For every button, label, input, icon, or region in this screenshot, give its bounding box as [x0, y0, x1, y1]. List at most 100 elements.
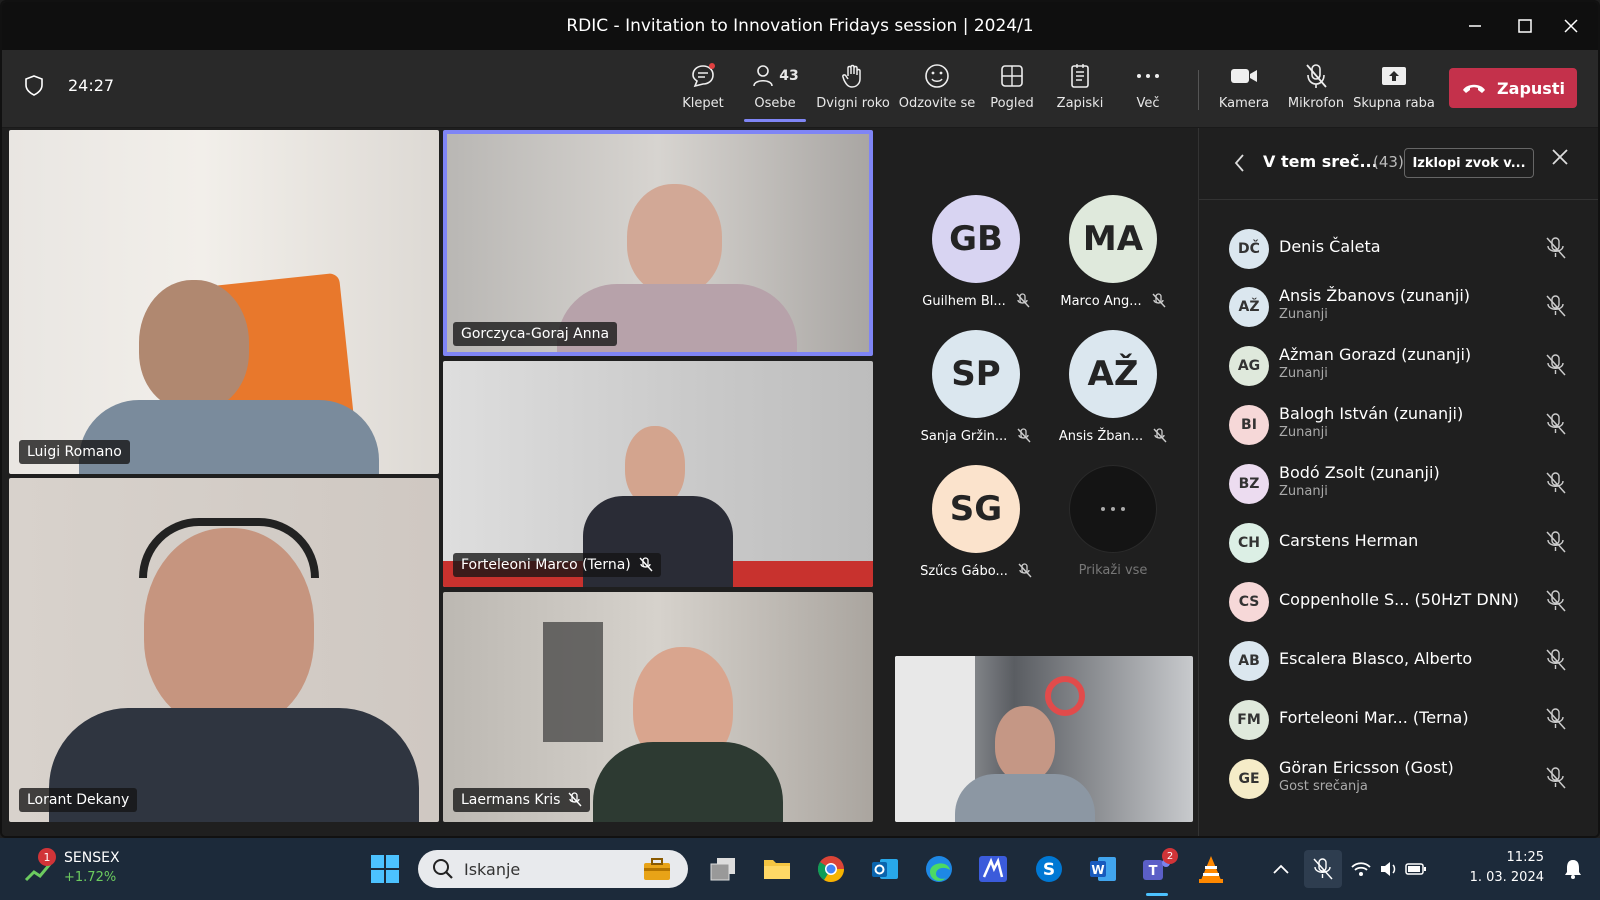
close-icon[interactable]	[1551, 148, 1569, 166]
participant-role: Gost srečanja	[1279, 779, 1368, 794]
mic-off-icon	[1018, 563, 1032, 578]
outlook-icon	[872, 859, 898, 879]
avatar: DČ	[1229, 229, 1269, 269]
avatar-tile[interactable]: GB Guilhem Bl...	[901, 195, 1051, 309]
avatar-tile[interactable]: SP Sanja Gržin...	[901, 330, 1051, 444]
mic-off-icon	[1546, 531, 1566, 553]
logo-decoration-shape	[1045, 676, 1085, 716]
taskbar-clock[interactable]: 11:25 1. 03. 2024	[1470, 848, 1544, 888]
participant-row[interactable]: AŽ Ansis Žbanovs (zunanji) Zunanji	[1199, 282, 1598, 332]
notes-label: Zapiski	[1056, 96, 1104, 111]
tile-nameplate: Gorczyca-Goraj Anna	[453, 322, 618, 346]
video-tile-anna[interactable]: Gorczyca-Goraj Anna	[443, 130, 873, 356]
microphone-button[interactable]: Mikrofon	[1285, 60, 1347, 122]
mic-off-icon	[1306, 64, 1327, 88]
participant-row[interactable]: BZ Bodó Zsolt (zunanji) Zunanji	[1199, 459, 1598, 509]
people-button[interactable]: 43 Osebe	[744, 60, 806, 122]
mic-muted-tray[interactable]	[1304, 850, 1342, 888]
show-all-button[interactable]: Prikaži vse	[1038, 465, 1188, 578]
tile-nameplate: Luigi Romano	[19, 440, 130, 464]
participant-name: Carstens Herman	[1279, 531, 1419, 550]
notifications-button[interactable]	[1554, 850, 1592, 888]
edge-icon	[926, 856, 952, 882]
notes-button[interactable]: Zapiski	[1055, 60, 1105, 122]
avatar-tile[interactable]: MA Marco Ang...	[1038, 195, 1188, 309]
chrome-button[interactable]	[812, 850, 850, 888]
svg-text:T: T	[1149, 864, 1158, 879]
file-explorer-button[interactable]	[758, 850, 796, 888]
microphone-label: Mikrofon	[1287, 96, 1345, 111]
mic-off-icon	[568, 792, 582, 807]
participant-role: Zunanji	[1279, 366, 1328, 381]
participant-name: Laermans Kris	[461, 792, 561, 808]
avatar-tile[interactable]: SG Szűcs Gábo...	[901, 465, 1051, 579]
react-button[interactable]: Odzovite se	[899, 60, 975, 122]
video-tile-luigi[interactable]: Luigi Romano	[9, 130, 439, 474]
mic-off-icon	[1546, 354, 1566, 376]
camera-button[interactable]: Kamera	[1216, 60, 1272, 122]
participant-name: Ansis Žbanovs (zunanji)	[1279, 286, 1471, 305]
video-tile-kris[interactable]: Laermans Kris	[443, 592, 873, 822]
close-window-button[interactable]	[1546, 2, 1596, 50]
network-volume-battery[interactable]	[1350, 850, 1426, 888]
teams-button[interactable]: T 2	[1138, 848, 1178, 896]
headset-shape	[139, 518, 319, 578]
panel-title: V tem sreč...	[1263, 152, 1378, 171]
app-button[interactable]	[974, 850, 1012, 888]
word-button[interactable]: W	[1084, 850, 1122, 888]
vlc-button[interactable]	[1192, 850, 1230, 888]
minimize-icon	[1469, 25, 1481, 27]
search-placeholder: Iskanje	[464, 859, 521, 879]
chevron-left-icon[interactable]	[1233, 152, 1247, 174]
person-body-shape	[955, 774, 1095, 822]
raise-hand-label: Dvigni roko	[816, 96, 890, 111]
participant-row[interactable]: AB Escalera Blasco, Alberto	[1199, 636, 1598, 686]
people-icon	[753, 65, 774, 87]
teams-badge: 2	[1162, 848, 1178, 864]
active-tab-indicator	[744, 119, 806, 122]
system-tray-expand[interactable]	[1262, 850, 1300, 888]
view-button[interactable]: Pogled	[987, 60, 1037, 122]
participant-row[interactable]: GE Göran Ericsson (Gost) Gost srečanja	[1199, 754, 1598, 804]
avatar-name: Ansis Žban...	[1058, 428, 1144, 444]
edge-button[interactable]	[920, 850, 958, 888]
participant-name: Escalera Blasco, Alberto	[1279, 649, 1473, 668]
panel-count: (43)	[1373, 153, 1404, 171]
chat-button[interactable]: Klepet	[674, 60, 732, 122]
share-button[interactable]: Skupna raba	[1353, 60, 1435, 122]
more-button[interactable]: Več	[1126, 60, 1170, 122]
skype-button[interactable]: S	[1030, 850, 1068, 888]
folder-icon	[764, 860, 790, 879]
avatar: SG	[932, 465, 1020, 553]
start-button[interactable]	[366, 850, 404, 888]
participant-row[interactable]: FM Forteleoni Mar... (Terna)	[1199, 695, 1598, 745]
avatar-initials: MA	[1082, 219, 1144, 259]
mute-all-button[interactable]: Izklopi zvok v...	[1404, 148, 1534, 178]
participant-row[interactable]: DČ Denis Čaleta	[1199, 224, 1598, 274]
raise-hand-button[interactable]: Dvigni roko	[810, 60, 896, 122]
participant-name: Bodó Zsolt (zunanji)	[1279, 463, 1440, 482]
avatar-tile[interactable]: AŽ Ansis Žban...	[1038, 330, 1188, 444]
task-view-button[interactable]	[704, 850, 742, 888]
maximize-button[interactable]	[1500, 2, 1550, 50]
more-icon	[1101, 507, 1125, 511]
video-tile-room[interactable]	[895, 656, 1193, 822]
stock-widget[interactable]: 1 SENSEX +1.72%	[24, 848, 144, 890]
minimize-button[interactable]	[1450, 2, 1500, 50]
video-tile-lorant[interactable]: Lorant Dekany	[9, 478, 439, 822]
participant-row[interactable]: CH Carstens Herman	[1199, 518, 1598, 568]
mic-off-icon	[1153, 428, 1167, 443]
participant-row[interactable]: BI Balogh István (zunanji) Zunanji	[1199, 400, 1598, 450]
title-bar: RDIC - Invitation to Innovation Fridays …	[2, 2, 1598, 50]
video-tile-marco[interactable]: Forteleoni Marco (Terna)	[443, 361, 873, 587]
bell-icon	[1565, 860, 1581, 879]
person-head-shape	[995, 706, 1055, 781]
mic-off-icon	[1546, 649, 1566, 671]
taskbar-search[interactable]: Iskanje	[418, 850, 688, 888]
leave-button[interactable]: Zapusti	[1449, 68, 1577, 108]
participant-name: Balogh István (zunanji)	[1279, 404, 1464, 423]
participant-row[interactable]: AG Ažman Gorazd (zunanji) Zunanji	[1199, 341, 1598, 391]
outlook-button[interactable]	[866, 850, 904, 888]
participant-row[interactable]: CS Coppenholle S... (50HzT DNN)	[1199, 577, 1598, 627]
leave-label: Zapusti	[1497, 78, 1565, 98]
